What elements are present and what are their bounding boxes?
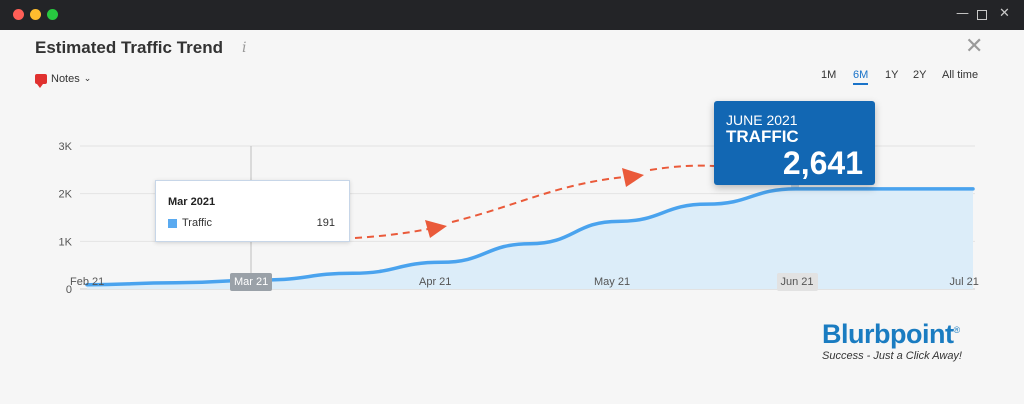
- tooltip-swatch: [168, 219, 177, 228]
- x-tick-label: May 21: [594, 276, 631, 288]
- tooltip-series: Traffic: [182, 217, 212, 229]
- x-tick-label: Jul 21: [949, 276, 979, 288]
- callout-month: JUNE 2021: [726, 112, 798, 128]
- data-tooltip: Mar 2021 Traffic 191: [155, 180, 350, 242]
- y-tick-label: 1K: [59, 236, 73, 248]
- trend-arrow-2: [451, 175, 636, 223]
- x-tick-label: Apr 21: [419, 276, 452, 288]
- y-tick-label: 3K: [59, 141, 73, 153]
- tooltip-date: Mar 2021: [168, 196, 216, 208]
- logo-tagline: Success - Just a Click Away!: [822, 350, 962, 362]
- traffic-callout: JUNE 2021 TRAFFIC 2,641: [714, 101, 875, 185]
- y-tick-label: 2K: [59, 189, 73, 201]
- x-tick-label: Mar 21: [230, 273, 273, 291]
- callout-label: TRAFFIC: [726, 127, 799, 146]
- x-tick-label: Feb 21: [70, 276, 105, 288]
- blurbpoint-logo: Blurbpoint® Success - Just a Click Away!: [822, 316, 962, 362]
- logo-wordmark: Blurbpoint®: [822, 319, 960, 349]
- x-tick-label: Jun 21: [776, 273, 818, 291]
- trend-arrow-3: [649, 164, 715, 171]
- tooltip-value: 191: [316, 217, 335, 229]
- trend-arrow-2-head: [622, 168, 644, 187]
- trend-arrow-1-head: [425, 220, 447, 238]
- callout-value: 2,641: [782, 145, 863, 181]
- trend-arrow-1: [354, 226, 439, 239]
